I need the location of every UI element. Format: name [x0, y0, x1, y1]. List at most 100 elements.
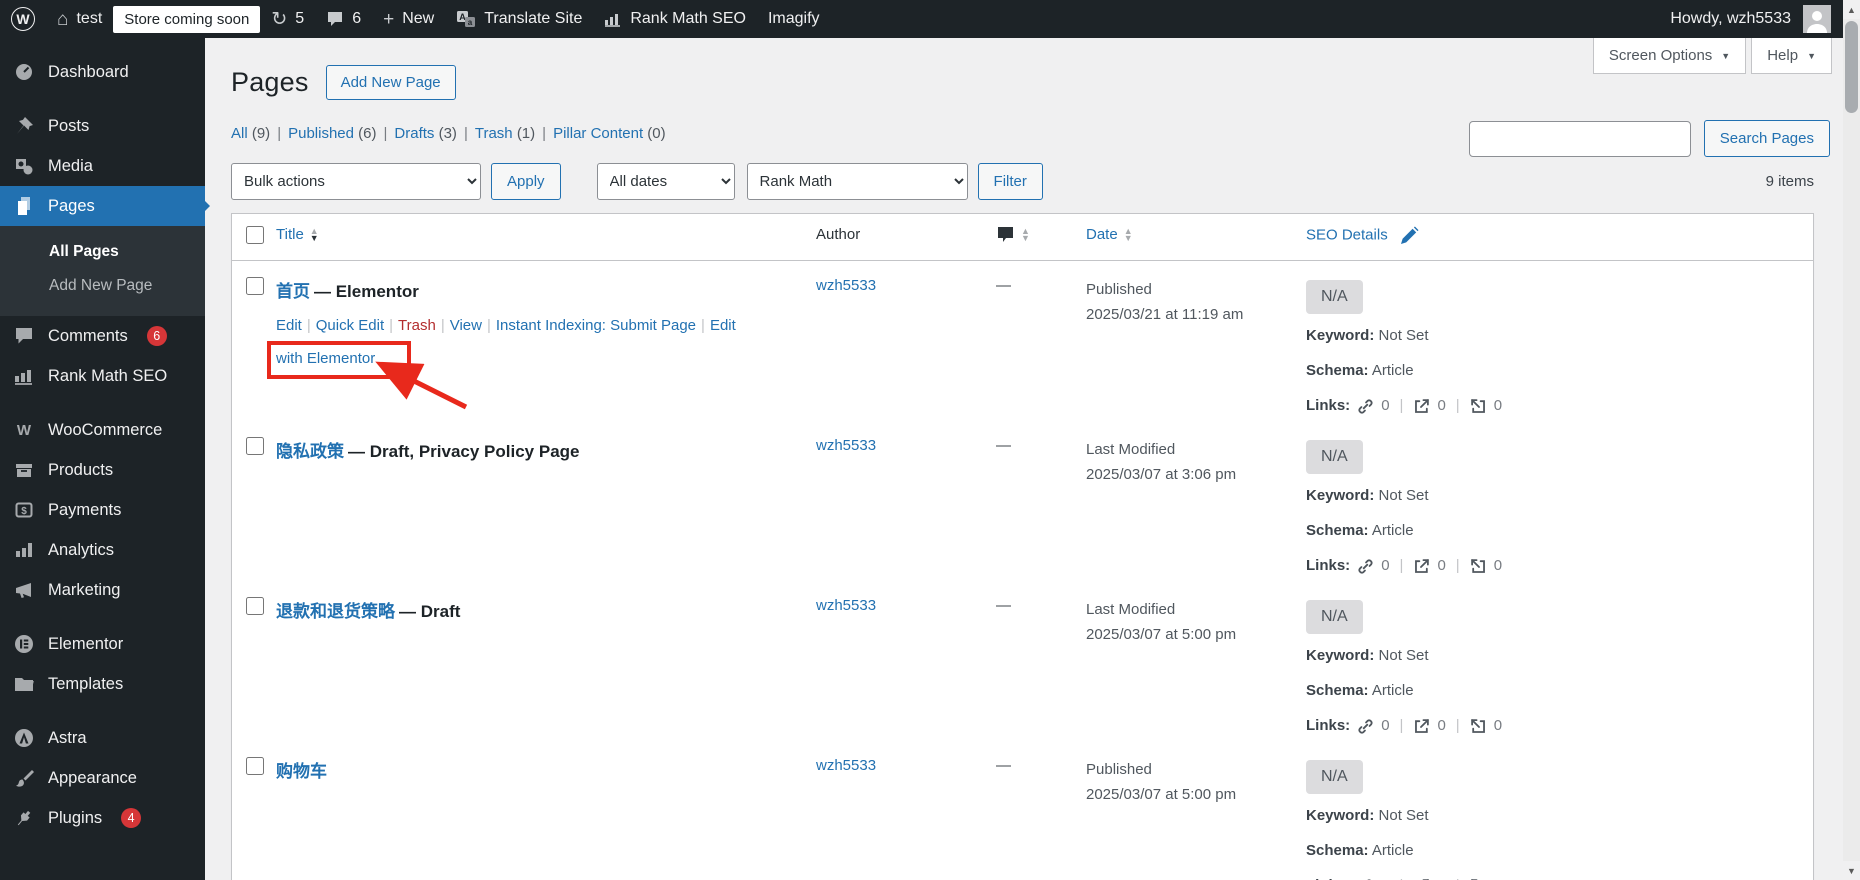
scroll-down-button[interactable]: ▼	[1843, 861, 1860, 880]
add-new-page-button[interactable]: Add New Page	[325, 65, 456, 100]
keyword-value: Not Set	[1378, 327, 1429, 344]
avatar[interactable]	[1803, 5, 1831, 33]
admin-sidebar: Dashboard Posts Media Pages All Pages Ad…	[0, 38, 210, 880]
sidebar-item-products[interactable]: Products	[0, 450, 205, 490]
view-trash-link[interactable]: Trash	[475, 125, 513, 142]
screen-options-button[interactable]: Screen Options ▼	[1592, 38, 1747, 74]
sidebar-item-comments[interactable]: Comments 6	[0, 316, 205, 356]
vertical-scrollbar[interactable]: ▲ ▼	[1843, 0, 1860, 880]
external-links-icon	[1413, 398, 1430, 415]
row-checkbox[interactable]	[246, 757, 264, 775]
items-count: 9 items	[1765, 173, 1814, 190]
sidebar-item-woocommerce[interactable]: W WooCommerce	[0, 410, 205, 450]
author-link[interactable]: wzh5533	[816, 437, 876, 454]
rank-math-seo-link[interactable]: Rank Math SEO	[593, 0, 757, 38]
sort-by-date[interactable]: Date	[1086, 226, 1118, 243]
plugin-icon	[13, 808, 35, 828]
page-title-link[interactable]: 隐私政策	[276, 442, 344, 461]
wordpress-menu[interactable]: W	[0, 0, 46, 38]
search-pages-button[interactable]: Search Pages	[1703, 120, 1830, 157]
author-column-header: Author	[816, 226, 861, 243]
comments-count-badge: 6	[146, 326, 167, 346]
howdy-account-link[interactable]: Howdy, wzh5533	[1670, 10, 1791, 28]
comments-column-icon[interactable]	[996, 226, 1015, 244]
plugins-count-badge: 4	[121, 808, 142, 828]
sidebar-item-plugins[interactable]: Plugins 4	[0, 798, 205, 838]
quick-edit-link[interactable]: Quick Edit	[316, 317, 384, 334]
imagify-link[interactable]: Imagify	[757, 0, 831, 38]
author-link[interactable]: wzh5533	[816, 597, 876, 614]
megaphone-icon	[13, 580, 35, 600]
translate-site-link[interactable]: A a Translate Site	[445, 0, 593, 38]
page-title-link[interactable]: 退款和退货策略	[276, 602, 395, 621]
view-published-link[interactable]: Published	[288, 125, 354, 142]
view-link[interactable]: View	[450, 317, 482, 334]
apply-button[interactable]: Apply	[491, 163, 561, 200]
incoming-links-icon	[1470, 718, 1487, 735]
view-drafts-link[interactable]: Drafts	[394, 125, 434, 142]
comments-value: —	[996, 277, 1011, 294]
chevron-down-icon: ▼	[1721, 50, 1731, 61]
rank-math-filter-select[interactable]: Rank Math	[746, 163, 968, 200]
help-button[interactable]: Help ▼	[1751, 38, 1832, 74]
edit-with-elementor-link[interactable]: with Elementor	[276, 350, 375, 367]
sidebar-item-marketing[interactable]: Marketing	[0, 570, 205, 610]
comments-link[interactable]: 6	[315, 0, 372, 38]
sort-by-title[interactable]: Title	[276, 226, 304, 243]
page-title-link[interactable]: 首页	[276, 282, 310, 301]
site-name-link[interactable]: ⌂ test	[46, 0, 113, 38]
search-input[interactable]	[1468, 120, 1691, 157]
instant-indexing-link[interactable]: Instant Indexing: Submit Page	[496, 317, 696, 334]
select-all-checkbox[interactable]	[246, 226, 264, 244]
sidebar-item-media[interactable]: Media	[0, 146, 205, 186]
sidebar-item-analytics[interactable]: Analytics	[0, 530, 205, 570]
bulk-actions-select[interactable]: Bulk actions	[231, 163, 481, 200]
sidebar-item-elementor[interactable]: Elementor	[0, 624, 205, 664]
edit-with-elementor-link[interactable]: Edit	[710, 317, 736, 334]
seo-details-column-header[interactable]: SEO Details	[1306, 226, 1388, 243]
sidebar-item-posts[interactable]: Posts	[0, 106, 205, 146]
edit-link[interactable]: Edit	[276, 317, 302, 334]
svg-text:a: a	[468, 18, 473, 27]
row-checkbox[interactable]	[246, 277, 264, 295]
view-all-link[interactable]: All	[231, 125, 248, 142]
row-checkbox[interactable]	[246, 597, 264, 615]
new-content-link[interactable]: + New	[372, 0, 445, 38]
sidebar-item-pages[interactable]: Pages	[0, 186, 210, 226]
comments-value: —	[996, 597, 1011, 614]
table-row: 购物车 wzh5533 — Published 2025/03/07 at 5:…	[232, 741, 1813, 880]
page-title-link[interactable]: 购物车	[276, 762, 327, 781]
trash-link[interactable]: Trash	[398, 317, 436, 334]
author-link[interactable]: wzh5533	[816, 757, 876, 774]
store-coming-soon-badge: Store coming soon	[113, 5, 261, 33]
view-pillar-content-link[interactable]: Pillar Content	[553, 125, 643, 142]
sort-arrows-icon: ▲ ▼	[309, 226, 319, 244]
date-value: 2025/03/07 at 3:06 pm	[1086, 466, 1237, 483]
screen-meta: Screen Options ▼ Help ▼	[1592, 38, 1832, 74]
seo-score-badge: N/A	[1306, 600, 1363, 634]
pencil-icon[interactable]	[1400, 226, 1419, 245]
submenu-add-new-page[interactable]: Add New Page	[0, 269, 205, 303]
svg-text:$: $	[21, 506, 27, 517]
rank-math-icon	[604, 11, 622, 27]
row-checkbox[interactable]	[246, 437, 264, 455]
date-filter-select[interactable]: All dates	[596, 163, 735, 200]
sidebar-item-appearance[interactable]: Appearance	[0, 758, 205, 798]
date-status: Published	[1086, 281, 1152, 298]
submenu-all-pages[interactable]: All Pages	[0, 235, 205, 269]
schema-value: Article	[1371, 362, 1414, 379]
updates-link[interactable]: ↻ 5	[260, 0, 315, 38]
sidebar-item-rank-math-seo[interactable]: Rank Math SEO	[0, 356, 205, 396]
pages-submenu: All Pages Add New Page	[0, 226, 205, 316]
scroll-up-button[interactable]: ▲	[1843, 0, 1860, 19]
filter-button[interactable]: Filter	[977, 163, 1043, 200]
media-icon	[13, 156, 35, 176]
sidebar-item-templates[interactable]: Templates	[0, 664, 205, 704]
author-link[interactable]: wzh5533	[816, 277, 876, 294]
sidebar-item-dashboard[interactable]: Dashboard	[0, 52, 205, 92]
scrollbar-thumb[interactable]	[1845, 21, 1858, 113]
table-row: 退款和退货策略 — Draft wzh5533 — Last Modified 2…	[232, 581, 1813, 741]
sidebar-item-payments[interactable]: $ Payments	[0, 490, 205, 530]
sidebar-item-astra[interactable]: Astra	[0, 718, 205, 758]
seo-score-badge: N/A	[1306, 280, 1363, 314]
